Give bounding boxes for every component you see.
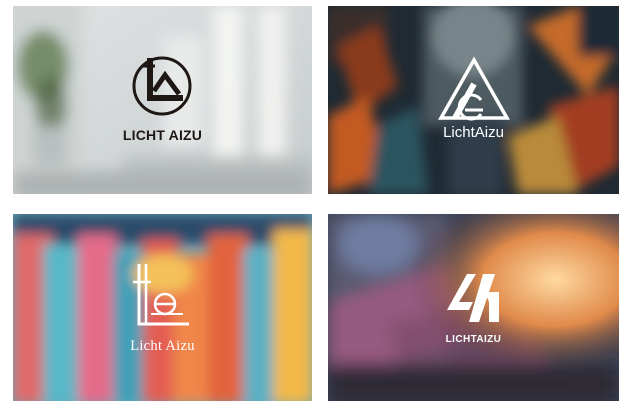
licht-aizu-circle-logo-icon bbox=[132, 56, 192, 116]
logo-mockup-fists: Licht Aizu bbox=[13, 214, 312, 401]
licht-aizu-letter-logo-icon bbox=[133, 264, 189, 326]
wordmark-text: LICHT AIZU bbox=[122, 127, 203, 143]
wordmark-text: LichtAizu bbox=[443, 124, 504, 141]
licht-aizu-monogram-logo-icon bbox=[447, 274, 499, 322]
licht-aizu-triangle-logo-icon bbox=[437, 56, 511, 121]
logo-mockup-office: LICHT AIZU bbox=[13, 6, 312, 194]
logo-mockup-mosaic: LichtAizu bbox=[328, 6, 619, 194]
wordmark-text: LICHTAIZU bbox=[445, 334, 502, 345]
logo-mockup-lightbulb: LICHTAIZU bbox=[328, 214, 619, 401]
wordmark-text: Licht Aizu bbox=[130, 338, 195, 354]
